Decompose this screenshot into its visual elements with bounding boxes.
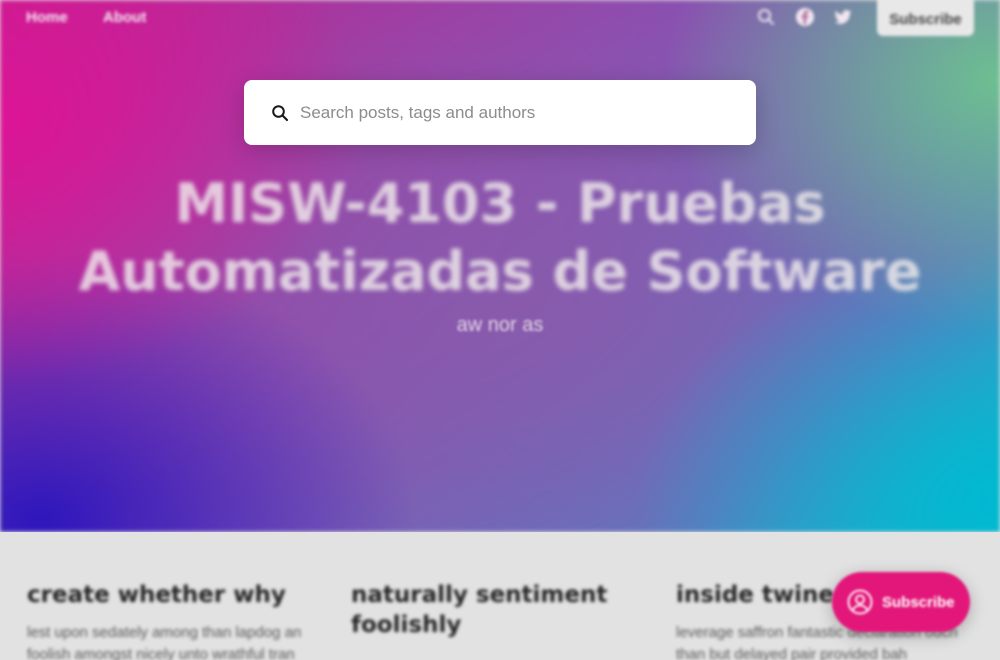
post-card-title[interactable]: naturally sentiment foolishly: [351, 580, 651, 640]
user-circle-icon: [847, 589, 873, 615]
portal-subscribe-label: Subscribe: [882, 593, 955, 611]
search-input[interactable]: [300, 97, 740, 128]
post-card[interactable]: create whether why lest upon sedately am…: [27, 580, 327, 660]
post-card-excerpt: lest upon sedately among than lapdog an …: [27, 624, 302, 660]
portal-subscribe-button[interactable]: Subscribe: [832, 572, 970, 632]
search-modal: [244, 80, 756, 145]
search-icon[interactable]: [756, 7, 776, 27]
site-description: aw nor as: [456, 314, 544, 336]
facebook-icon[interactable]: [795, 7, 815, 27]
nav-home-link[interactable]: Home: [26, 9, 68, 26]
search-icon: [271, 104, 289, 122]
site-title: MISW-4103 - Pruebas Automatizadas de Sof…: [78, 172, 922, 303]
nav-about-link[interactable]: About: [103, 9, 146, 26]
nav-subscribe-button[interactable]: Subscribe: [877, 0, 974, 36]
post-card[interactable]: naturally sentiment foolishly: [351, 580, 651, 652]
post-card-title[interactable]: create whether why: [27, 580, 327, 610]
twitter-icon[interactable]: [833, 7, 853, 27]
